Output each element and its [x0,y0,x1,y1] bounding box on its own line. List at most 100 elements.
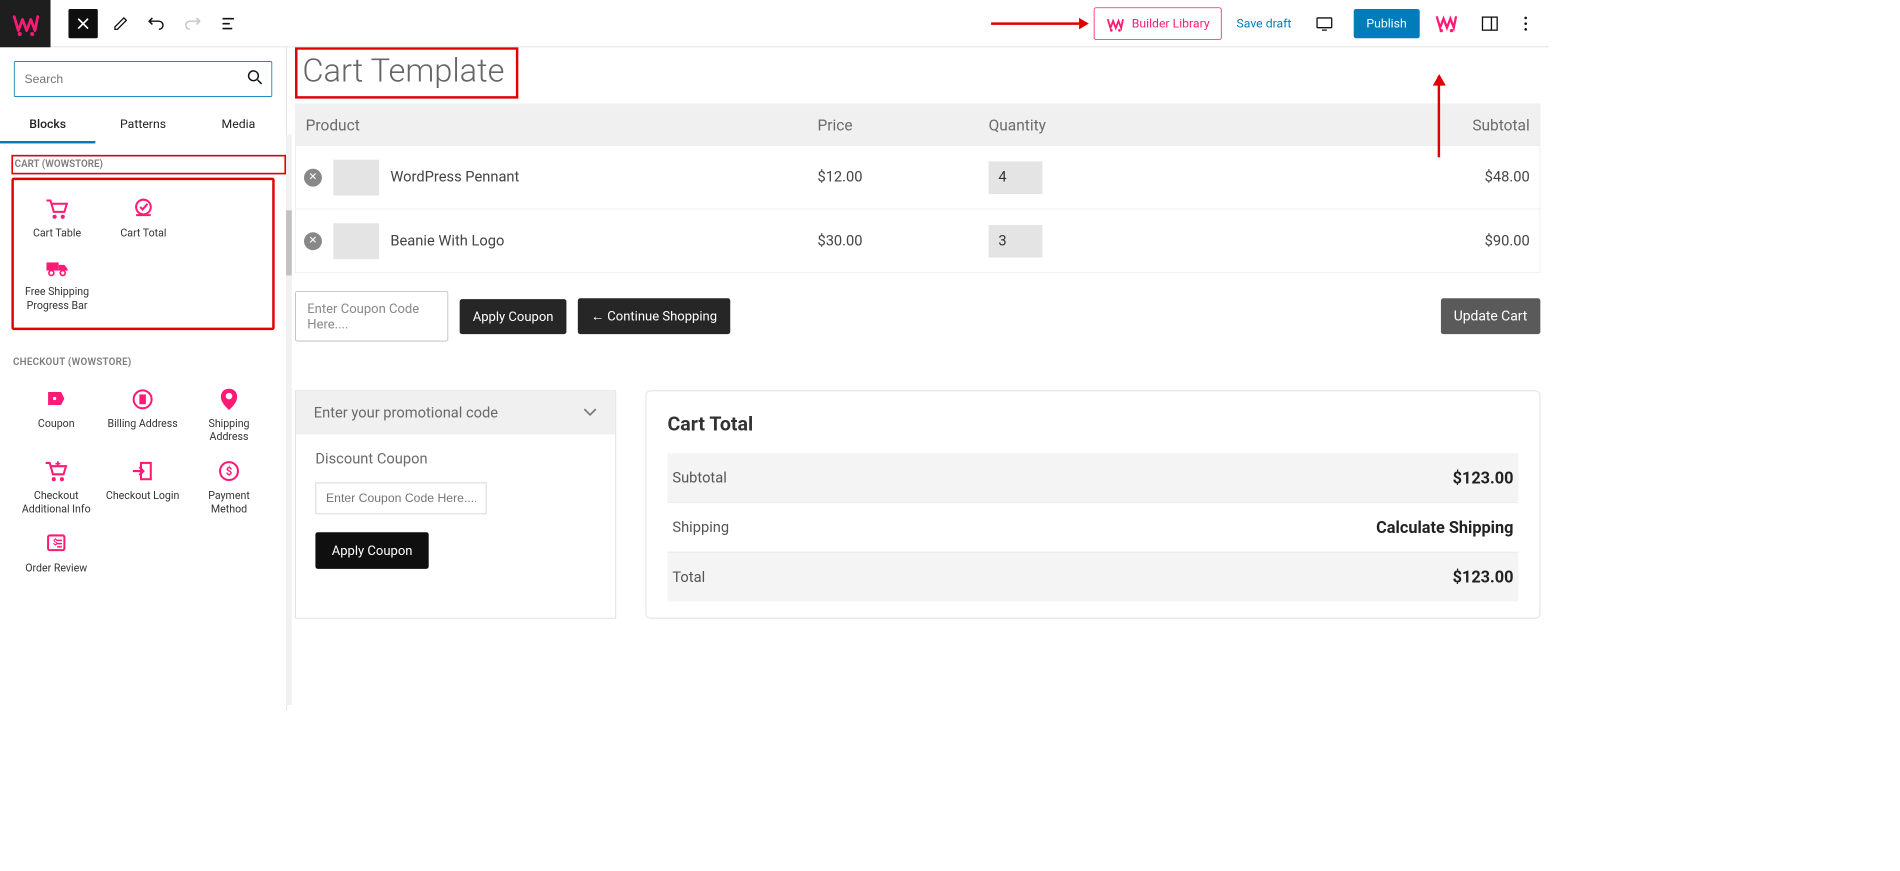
block-label: Checkout Login [106,490,179,503]
shipping-label: Shipping [672,519,729,536]
block-shipping-address[interactable]: Shipping Address [186,379,272,451]
block-order-review[interactable]: $ Order Review [13,523,99,582]
page-title-highlight: Cart Template [295,47,518,98]
subtotal-value: $123.00 [1453,468,1514,488]
block-cart-total[interactable]: Cart Total [100,188,186,247]
block-payment-method[interactable]: $ Payment Method [186,451,272,523]
continue-shopping-button[interactable]: ← Continue Shopping [578,298,730,334]
block-search[interactable] [14,61,272,97]
product-name: Beanie With Logo [390,232,504,249]
promo-input[interactable] [315,482,486,514]
tab-media[interactable]: Media [191,107,286,144]
total-label: Total [672,568,705,585]
header-subtotal: Subtotal [1472,115,1529,134]
dollar-icon: $ [218,457,241,485]
tab-patterns[interactable]: Patterns [95,107,190,144]
product-name: WordPress Pennant [390,169,519,186]
receipt-icon: $ [45,530,68,558]
product-subtotal: $90.00 [1485,232,1530,249]
coupon-icon [45,385,68,413]
block-free-shipping[interactable]: Free Shipping Progress Bar [14,247,100,319]
product-thumbnail [333,159,379,195]
edit-icon[interactable] [103,5,139,41]
shipping-row: Shipping Calculate Shipping [667,502,1518,552]
annotation-arrow-icon [991,15,1089,31]
block-label: Cart Total [120,227,166,240]
svg-text:$: $ [53,537,58,547]
block-inserter-sidebar: Blocks Patterns Media CART (WOWSTORE) Ca… [0,47,287,710]
update-cart-button[interactable]: Update Cart [1441,298,1541,334]
block-label: Billing Address [107,418,177,431]
total-row: Total $123.00 [667,552,1518,602]
promo-header[interactable]: Enter your promotional code [296,391,615,434]
block-coupon[interactable]: Coupon [13,379,99,451]
subtotal-row: Subtotal $123.00 [667,453,1518,502]
save-draft-link[interactable]: Save draft [1237,16,1292,31]
settings-panel-icon[interactable] [1472,5,1508,41]
remove-item-button[interactable]: ✕ [304,232,322,250]
cart-table-header: Product Price Quantity Subtotal [296,104,1540,145]
search-icon [247,69,263,89]
promo-label: Discount Coupon [315,451,595,468]
cart-blocks-group: Cart Table Cart Total Free Shipping Prog… [11,178,274,330]
wowstore-icon[interactable] [1434,10,1457,36]
block-label: Coupon [38,418,75,431]
block-label: Shipping Address [189,418,269,444]
editor-canvas[interactable]: Cart Template Product Price Quantity Sub… [287,47,1549,710]
promo-code-block[interactable]: Enter your promotional code Discount Cou… [295,390,616,618]
login-icon [131,457,154,485]
block-search-input[interactable] [23,71,247,86]
promo-header-label: Enter your promotional code [314,404,498,421]
apply-coupon-button[interactable]: Apply Coupon [460,299,567,334]
block-label: Free Shipping Progress Bar [17,286,97,312]
publish-button[interactable]: Publish [1353,9,1419,38]
cart-table-block[interactable]: Product Price Quantity Subtotal ✕ WordPr… [295,104,1540,274]
preview-icon[interactable] [1306,5,1342,41]
close-inserter-button[interactable] [68,9,97,38]
more-menu-icon[interactable] [1508,5,1544,41]
truck-icon [44,254,70,282]
remove-item-button[interactable]: ✕ [304,168,322,186]
subtotal-label: Subtotal [672,469,726,486]
inserter-tabs: Blocks Patterns Media [0,107,286,144]
block-checkout-login[interactable]: Checkout Login [99,451,185,523]
cart-row: ✕ Beanie With Logo $30.00 3 $90.00 [296,209,1540,273]
cart-total-block[interactable]: Cart Total Subtotal $123.00 Shipping Cal… [645,390,1540,618]
section-header-checkout: CHECKOUT (WOWSTORE) [0,345,286,374]
annotation-arrow-icon [1438,76,1440,158]
cart-total-title: Cart Total [667,412,1518,435]
header-price: Price [817,115,852,134]
builder-library-label: Builder Library [1132,16,1210,31]
product-subtotal: $48.00 [1485,169,1530,186]
total-value: $123.00 [1453,567,1514,587]
svg-text:$: $ [226,464,233,478]
header-product: Product [306,115,360,134]
cart-table-icon [45,195,69,223]
page-title[interactable]: Cart Template [302,51,504,89]
block-checkout-additional[interactable]: Checkout Additional Info [13,451,99,523]
promo-apply-button[interactable]: Apply Coupon [315,532,428,569]
block-cart-table[interactable]: Cart Table [14,188,100,247]
quantity-input[interactable]: 4 [989,161,1043,194]
builder-library-button[interactable]: Builder Library [1093,7,1221,40]
undo-icon[interactable] [139,5,175,41]
product-price: $30.00 [817,232,862,249]
billing-icon [131,385,154,413]
document-outline-icon[interactable] [210,5,246,41]
checkout-blocks-group: Coupon Billing Address Shipping Address … [0,374,286,597]
shipping-value[interactable]: Calculate Shipping [1376,518,1513,538]
section-header-cart: CART (WOWSTORE) [11,155,286,175]
cart-plus-icon [44,457,68,485]
cart-row: ✕ WordPress Pennant $12.00 4 $48.00 [296,145,1540,209]
block-label: Payment Method [189,490,269,516]
top-bar: Builder Library Save draft Publish [0,0,1549,47]
app-logo[interactable] [0,0,51,47]
redo-icon[interactable] [174,5,210,41]
tab-blocks[interactable]: Blocks [0,107,95,144]
coupon-input[interactable]: Enter Coupon Code Here.... [295,291,448,342]
header-quantity: Quantity [989,115,1046,134]
block-billing-address[interactable]: Billing Address [99,379,185,451]
block-label: Order Review [25,562,87,575]
chevron-down-icon [583,404,598,421]
quantity-input[interactable]: 3 [989,225,1043,258]
